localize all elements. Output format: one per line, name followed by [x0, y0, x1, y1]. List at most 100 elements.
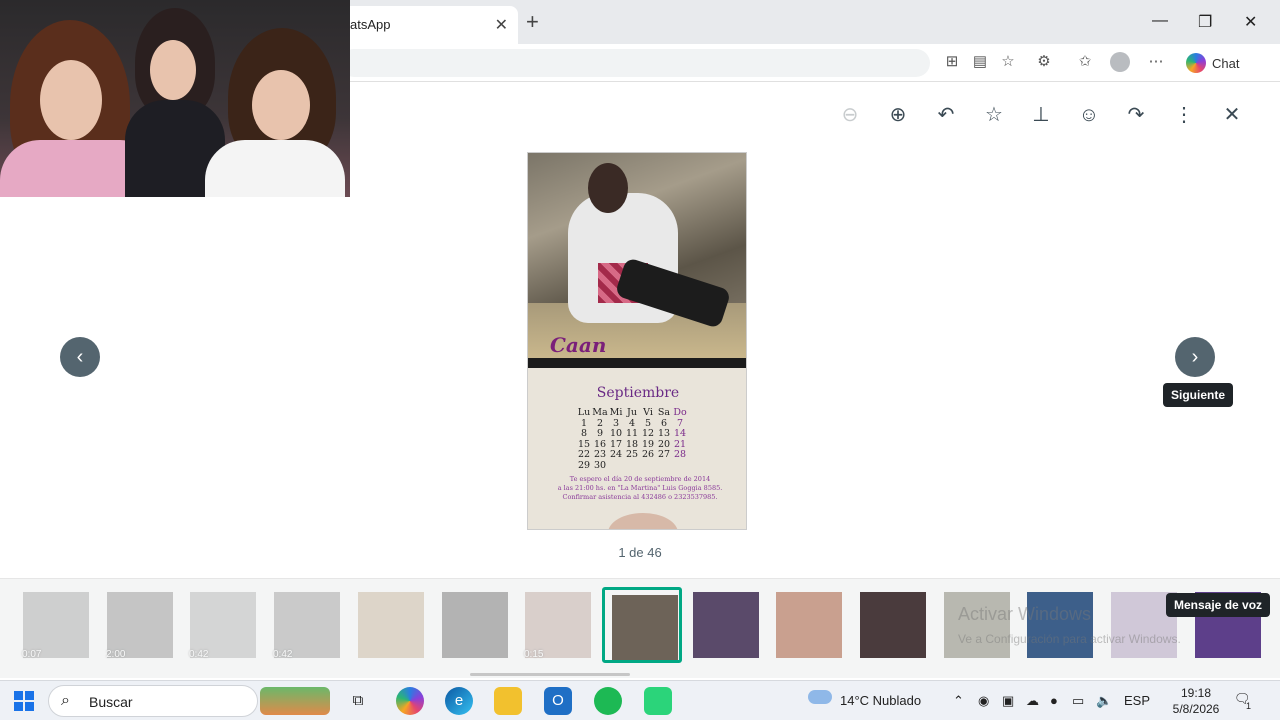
window-close-button[interactable]: ✕: [1244, 12, 1257, 32]
chat-label: Chat: [1212, 55, 1240, 71]
calendar-day: 3: [612, 417, 620, 429]
copilot-app-icon[interactable]: [396, 687, 424, 715]
apps-icon[interactable]: ⊞: [942, 52, 962, 72]
thumbnail-image: [860, 592, 926, 658]
webcam-person-right-face: [252, 70, 310, 140]
photo-bottom-face: [608, 513, 678, 529]
note-line: a las 21:00 hs. en "La Martina" Luis Gog…: [557, 484, 723, 492]
search-highlight-icon[interactable]: [260, 687, 330, 715]
calendar-day: 20: [657, 438, 671, 450]
media-thumbnail[interactable]: [853, 587, 933, 663]
task-view-icon[interactable]: ⧉: [344, 687, 372, 715]
new-tab-button[interactable]: +: [526, 10, 539, 34]
edge-browser-icon[interactable]: e: [445, 687, 473, 715]
voice-message-tooltip: Mensaje de voz: [1166, 593, 1271, 617]
star-icon[interactable]: ☆: [981, 102, 1007, 128]
invitation-photo: Caan Septiembre Lu Ma Mi Ju Vi Sa Do 1 2 3 4 5 6 7 8 9 1…: [527, 152, 747, 530]
minimize-button[interactable]: —: [1152, 12, 1168, 30]
weather-cloud-icon[interactable]: [808, 690, 832, 704]
photo-divider: [528, 358, 746, 368]
previous-button[interactable]: ‹: [60, 337, 100, 377]
emoji-icon[interactable]: ☺: [1076, 102, 1102, 128]
note-line: Confirmar asistencia al 432486 o 2323537…: [562, 493, 718, 501]
outlook-icon[interactable]: O: [544, 687, 572, 715]
calendar-day: 17: [609, 438, 623, 450]
notification-count: 1: [1246, 701, 1252, 711]
taskbar-clock[interactable]: 19:18 5/8/2026: [1166, 685, 1226, 717]
whatsapp-app-icon[interactable]: [644, 687, 672, 715]
thumbnail-image: [693, 592, 759, 658]
thumbnail-strip: 0:07 2:00 0:42 0:42 0:15: [0, 578, 1280, 678]
webcam-overlay: [0, 0, 350, 197]
media-thumbnail[interactable]: [769, 587, 849, 663]
media-thumbnail[interactable]: [1020, 587, 1100, 663]
favorite-star-icon[interactable]: ☆: [998, 52, 1018, 72]
tab-close-icon[interactable]: ✕: [495, 15, 508, 35]
reading-view-icon[interactable]: ▤: [970, 52, 990, 72]
browser-tab[interactable]: atsApp ✕: [330, 6, 518, 44]
media-thumbnail[interactable]: 2:00: [100, 587, 180, 663]
zoom-out-icon[interactable]: ⊖: [837, 102, 863, 128]
calendar-week-row: 15 16 17 18 19 20 21: [576, 439, 706, 450]
media-thumbnail[interactable]: 0:07: [16, 587, 96, 663]
profile-avatar-icon[interactable]: [1110, 52, 1130, 72]
file-explorer-icon[interactable]: [494, 687, 522, 715]
calendar-day: 14: [673, 428, 687, 439]
windows-activation-title: Activar Windows: [958, 604, 1092, 624]
network-icon[interactable]: ▭: [1072, 693, 1084, 709]
calendar-day: 7: [676, 417, 684, 429]
invitation-note: Te espero el día 20 de septiembre de 201…: [550, 475, 730, 502]
calendar-day: 12: [641, 428, 655, 439]
more-options-icon[interactable]: ⋮: [1171, 102, 1197, 128]
copilot-chat-button[interactable]: Chat: [1180, 50, 1245, 76]
reply-icon[interactable]: ↶: [933, 102, 959, 128]
extensions-icon[interactable]: ⚙: [1034, 52, 1054, 72]
volume-icon[interactable]: 🔈: [1096, 693, 1112, 709]
thumbnail-duration: 0:07: [22, 649, 42, 660]
language-indicator[interactable]: ESP: [1124, 693, 1150, 708]
calendar-month: Septiembre: [596, 385, 680, 401]
restore-button[interactable]: ❐: [1198, 12, 1212, 32]
calendar-day: [672, 460, 688, 471]
thumbnail-image: [612, 595, 678, 660]
media-thumbnail[interactable]: 0:42: [183, 587, 263, 663]
calendar-day: 24: [609, 449, 623, 460]
windows-start-icon[interactable]: [14, 691, 34, 711]
forward-icon[interactable]: ↷: [1123, 102, 1149, 128]
taskbar-search[interactable]: ⌕ Buscar: [48, 685, 258, 717]
calendar-day: 10: [609, 428, 623, 439]
spotify-icon[interactable]: [594, 687, 622, 715]
address-bar[interactable]: [340, 49, 930, 77]
media-thumbnail[interactable]: [435, 587, 515, 663]
pin-icon[interactable]: ⊥: [1028, 102, 1054, 128]
cloud-sync-icon[interactable]: ☁: [1026, 693, 1039, 709]
thumbnail-image: [944, 592, 1010, 658]
media-thumbnail[interactable]: [351, 587, 431, 663]
media-thumbnail[interactable]: [602, 587, 682, 663]
media-thumbnail[interactable]: [686, 587, 766, 663]
close-icon[interactable]: ✕: [1219, 102, 1245, 128]
weather-text[interactable]: 14°C Nublado: [840, 693, 921, 708]
thumbnail-scrollbar[interactable]: [470, 673, 630, 676]
zoom-in-icon[interactable]: ⊕: [885, 102, 911, 128]
calendar-day: [608, 460, 624, 471]
calendar-day: 15: [577, 438, 591, 450]
hidden-icons-chevron-icon[interactable]: ⌃: [953, 693, 964, 709]
tray-app-icon[interactable]: ▣: [1002, 693, 1014, 709]
media-thumbnail[interactable]: 0:42: [267, 587, 347, 663]
search-icon: ⌕: [61, 692, 70, 709]
next-button[interactable]: ›: [1175, 337, 1215, 377]
calendar-day: 18: [625, 438, 639, 450]
thumbnail-image: [776, 592, 842, 658]
record-icon[interactable]: ◉: [978, 693, 989, 709]
media-thumbnail[interactable]: 0:15: [518, 587, 598, 663]
calendar-day-header: Ju: [627, 407, 637, 418]
calendar-week-row: 8 9 10 11 12 13 14: [576, 428, 706, 439]
favorites-icon[interactable]: ✩: [1075, 52, 1095, 72]
calendar-day: 5: [644, 417, 652, 429]
microphone-icon[interactable]: ●: [1050, 693, 1058, 708]
more-menu-icon[interactable]: ⋯: [1146, 52, 1166, 72]
media-thumbnail[interactable]: [937, 587, 1017, 663]
calendar-day: 30: [593, 459, 607, 471]
calendar-day-header: Ma: [592, 407, 608, 418]
